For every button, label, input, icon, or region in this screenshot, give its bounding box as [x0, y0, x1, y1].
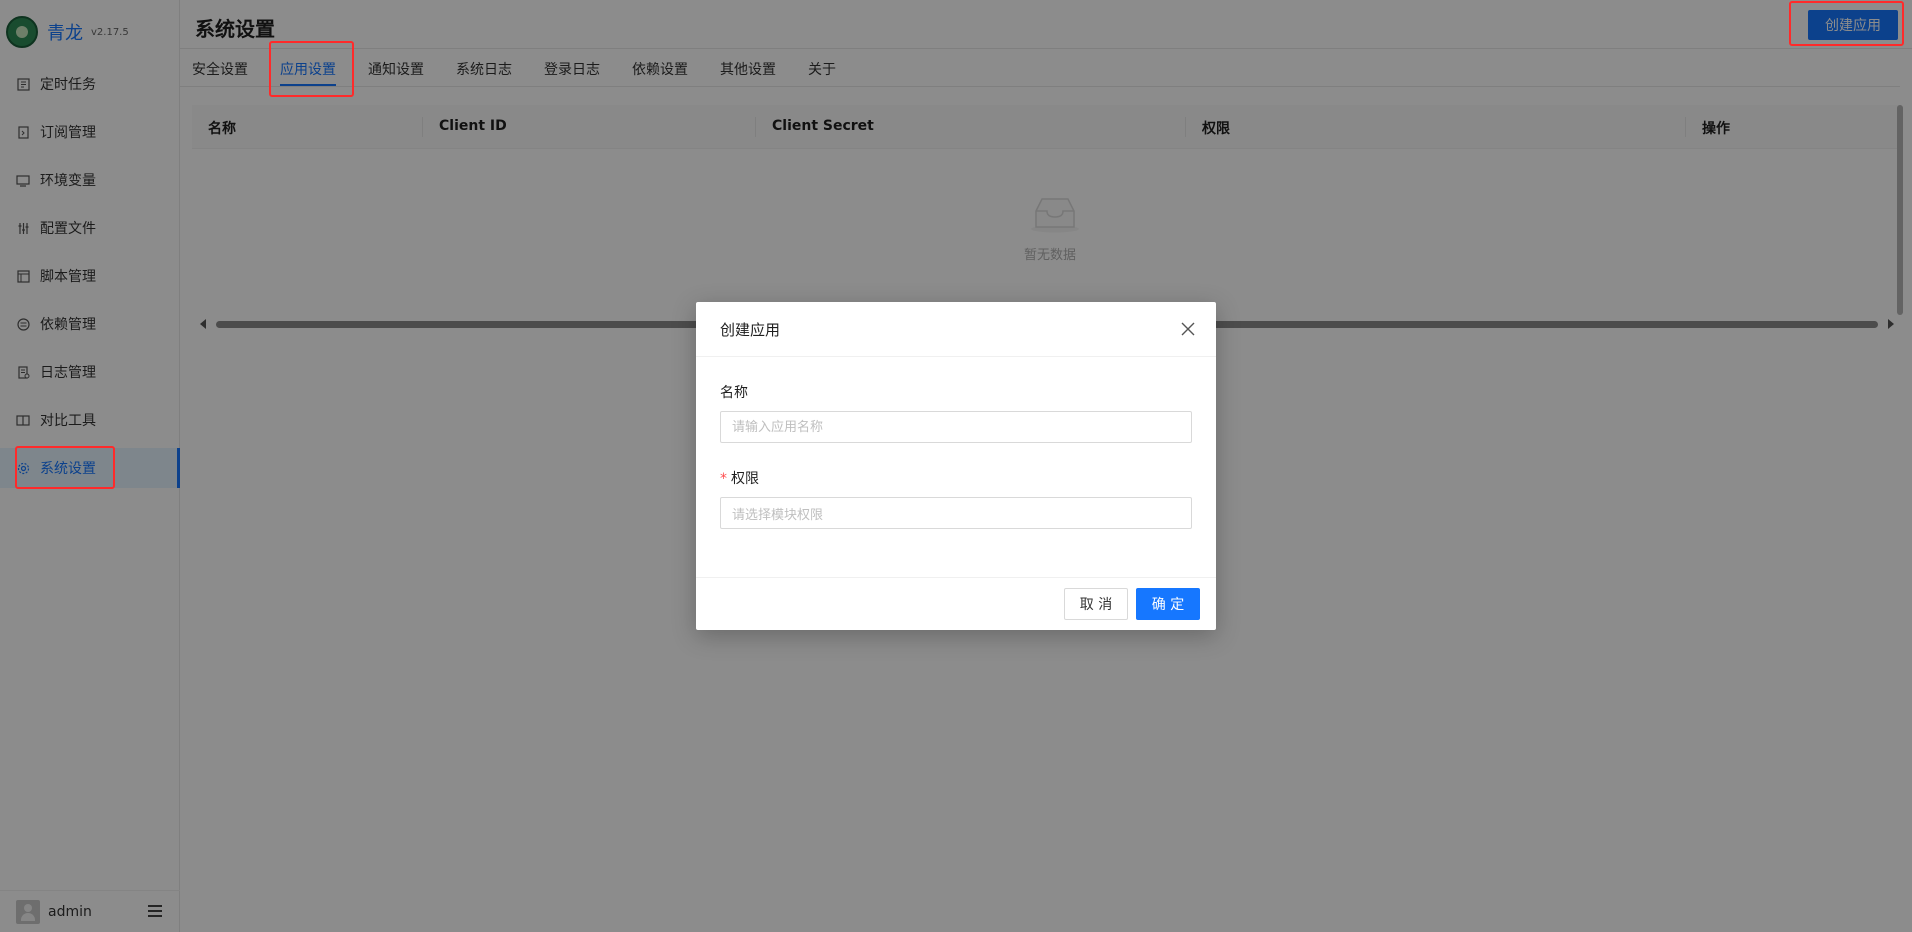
scope-label-text: 权限: [731, 471, 759, 487]
close-icon[interactable]: [1178, 319, 1198, 339]
highlight-app-settings-tab: [269, 41, 354, 97]
dialog-header: 创建应用: [696, 302, 1216, 357]
dialog-footer: 取 消 确 定: [696, 577, 1216, 630]
required-mark: *: [720, 471, 727, 487]
scope-label: * 权限: [720, 468, 759, 488]
scope-select-placeholder: 请选择模块权限: [732, 507, 824, 523]
scope-select[interactable]: 请选择模块权限: [720, 497, 1192, 529]
name-label: 名称: [720, 385, 748, 401]
create-app-dialog: 创建应用 名称 *权限 请选择模块权限 取 消 确 定: [696, 302, 1216, 630]
confirm-button[interactable]: 确 定: [1136, 588, 1200, 620]
highlight-create-button: [1789, 1, 1904, 46]
cancel-button[interactable]: 取 消: [1064, 588, 1128, 620]
highlight-settings-menu: [15, 446, 115, 489]
app-name-input[interactable]: [720, 411, 1192, 443]
dialog-title: 创建应用: [720, 321, 781, 339]
